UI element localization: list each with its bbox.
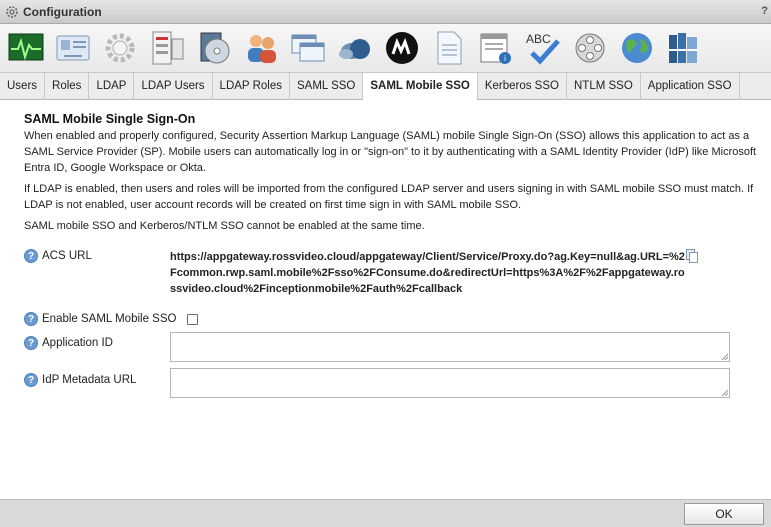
tab-kerberos-sso[interactable]: Kerberos SSO: [478, 73, 567, 100]
gear-icon: [6, 5, 18, 18]
tab-ldap-users[interactable]: LDAP Users: [134, 73, 213, 100]
help-icon[interactable]: ?: [24, 336, 38, 350]
windows-icon[interactable]: [287, 27, 329, 69]
enable-saml-mobile-row: ? Enable SAML Mobile SSO: [24, 312, 198, 326]
tab-roles[interactable]: Roles: [45, 73, 90, 100]
description-paragraph-2: If LDAP is enabled, then users and roles…: [24, 183, 754, 211]
cloud-icon[interactable]: [334, 27, 376, 69]
idp-metadata-url-field[interactable]: [170, 368, 730, 398]
film-reel-icon[interactable]: [569, 27, 611, 69]
section-title: SAML Mobile Single Sign-On: [24, 112, 196, 126]
abc-spellcheck-icon[interactable]: ABC: [522, 27, 564, 69]
application-id-label: Application ID: [42, 337, 113, 349]
settings-panel: SAML Mobile Single Sign-On When enabled …: [0, 100, 771, 500]
tab-application-sso[interactable]: Application SSO: [641, 73, 740, 100]
disc-icon[interactable]: [193, 27, 235, 69]
users-card-icon[interactable]: [52, 27, 94, 69]
help-icon[interactable]: ?: [24, 249, 38, 263]
acs-url-label: ACS URL: [42, 250, 92, 262]
icon-toolbar: i ABC: [0, 24, 771, 72]
application-id-field[interactable]: [170, 332, 730, 362]
application-id-row: ? Application ID: [24, 336, 187, 350]
tab-saml-mobile-sso[interactable]: SAML Mobile SSO: [363, 73, 478, 101]
description-paragraph-3: SAML mobile SSO and Kerberos/NTLM SSO ca…: [24, 220, 425, 232]
footer-bar: OK: [0, 499, 771, 527]
bookshelf-icon[interactable]: [663, 27, 705, 69]
tab-saml-sso[interactable]: SAML SSO: [290, 73, 364, 100]
tab-ntlm-sso[interactable]: NTLM SSO: [567, 73, 641, 100]
enable-saml-mobile-checkbox[interactable]: [187, 313, 198, 325]
help-icon[interactable]: ?: [24, 312, 38, 326]
svg-text:ABC: ABC: [526, 32, 551, 46]
tab-ldap-roles[interactable]: LDAP Roles: [213, 73, 290, 100]
idp-metadata-url-label: IdP Metadata URL: [42, 374, 137, 386]
window-title: Configuration: [23, 4, 102, 19]
server-list-icon[interactable]: [146, 27, 188, 69]
tab-bar: Users Roles LDAP LDAP Users LDAP Roles S…: [0, 72, 771, 101]
enable-saml-mobile-label: Enable SAML Mobile SSO: [42, 313, 177, 325]
help-button[interactable]: ?: [761, 5, 768, 17]
acs-url-value: https://appgateway.rossvideo.cloud/appga…: [170, 251, 685, 295]
resize-grip[interactable]: [722, 354, 728, 360]
acs-url-row: ? ACS URL: [24, 249, 187, 263]
gear-settings-icon[interactable]: [99, 27, 141, 69]
help-icon[interactable]: ?: [24, 373, 38, 387]
tab-users[interactable]: Users: [0, 73, 46, 100]
description-paragraph-1: When enabled and properly configured, Se…: [24, 130, 757, 174]
resize-grip[interactable]: [722, 390, 728, 396]
monitor-icon[interactable]: [5, 27, 47, 69]
ok-button[interactable]: OK: [684, 503, 764, 525]
copy-icon[interactable]: [686, 249, 698, 263]
brand-logo-icon[interactable]: [381, 27, 423, 69]
tab-ldap[interactable]: LDAP: [89, 73, 135, 100]
svg-text:i: i: [504, 54, 506, 63]
idp-metadata-url-row: ? IdP Metadata URL: [24, 373, 187, 387]
people-icon[interactable]: [240, 27, 282, 69]
document-icon[interactable]: [428, 27, 470, 69]
globe-icon[interactable]: [616, 27, 658, 69]
calendar-report-icon[interactable]: i: [475, 27, 517, 69]
title-bar: Configuration ?: [0, 0, 771, 24]
